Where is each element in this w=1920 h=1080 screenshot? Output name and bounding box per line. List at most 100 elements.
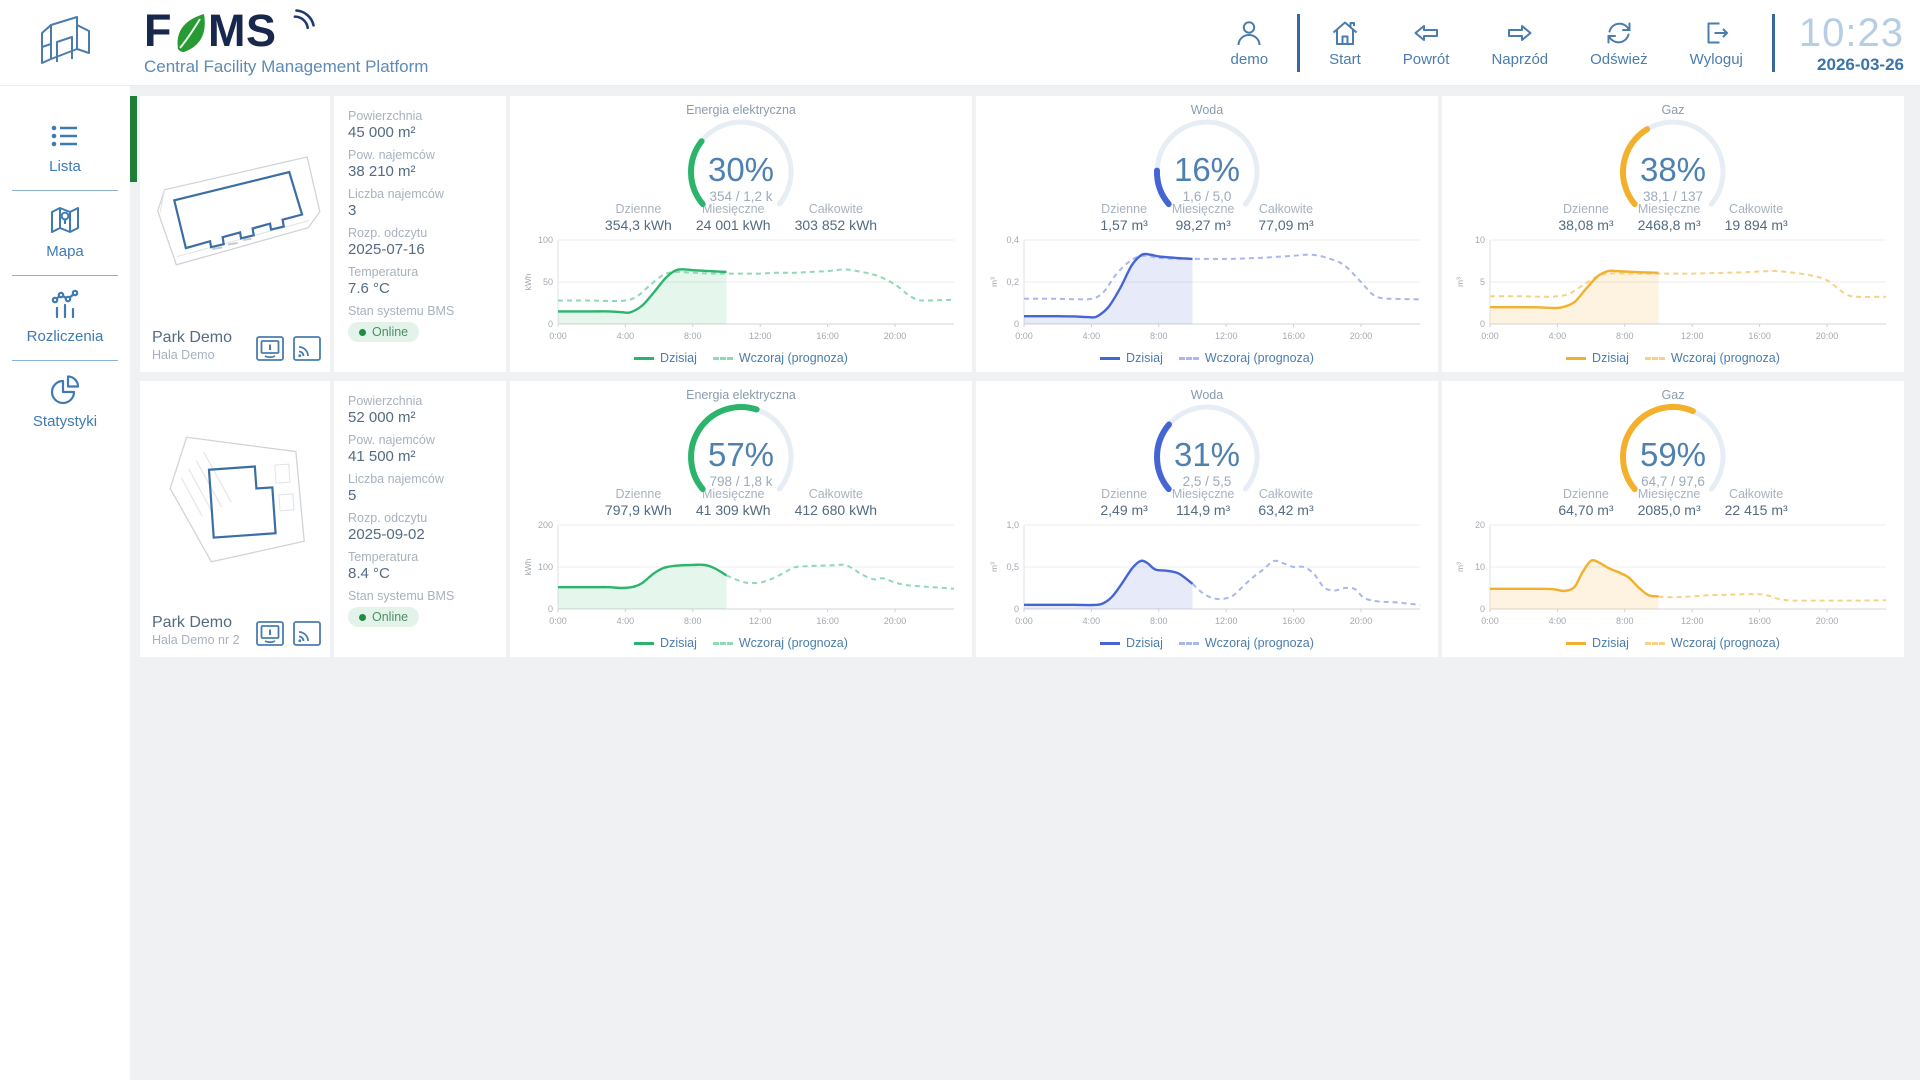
status-badge: Online	[348, 607, 419, 627]
nav-refresh-label: Odśwież	[1590, 51, 1648, 68]
consumption-chart-svg: 01002000:004:008:0012:0016:0020:00kWh	[520, 519, 962, 639]
meter-title: Gaz	[1662, 103, 1685, 117]
nav-refresh-button[interactable]: Odśwież	[1590, 18, 1648, 68]
legend-today[interactable]: Dzisiaj	[1100, 636, 1163, 650]
sidebar-item-rozliczenia[interactable]: Rozliczenia	[12, 276, 118, 361]
legend-yesterday[interactable]: Wczoraj (prognoza)	[1645, 351, 1780, 365]
app-header: F MS Central Facility Management Platfor…	[0, 0, 1920, 86]
facility-plan-card[interactable]: Park Demo Hala Demo	[140, 96, 330, 372]
svg-text:20: 20	[1475, 520, 1485, 530]
nav-forward-button[interactable]: Naprzód	[1491, 18, 1548, 68]
facility-plan-card[interactable]: Park Demo Hala Demo nr 2	[140, 381, 330, 657]
gauge-ratio: 1,6 / 5,0	[1122, 189, 1292, 204]
info-value: 41 500 m²	[348, 448, 502, 465]
company-logo[interactable]	[0, 9, 130, 77]
info-label: Powierzchnia	[348, 109, 502, 123]
svg-text:4:00: 4:00	[617, 616, 635, 626]
user-menu[interactable]: demo	[1231, 18, 1269, 68]
brand-letters-ms: MS	[208, 9, 277, 53]
info-label: Powierzchnia	[348, 394, 502, 408]
info-value: 7.6 °C	[348, 280, 502, 297]
facility-row: Park Demo Hala Demo Powierzchnia 45 000 …	[140, 96, 1904, 372]
status-badge: Online	[348, 322, 419, 342]
svg-text:0:00: 0:00	[1481, 331, 1499, 341]
sidebar-item-statystyki[interactable]: Statystyki	[12, 361, 118, 445]
header-divider	[1772, 14, 1775, 72]
gauge: 57% 798 / 1,8 k	[656, 403, 826, 499]
info-label: Pow. najemców	[348, 433, 502, 447]
cast-button[interactable]	[292, 620, 322, 647]
svg-text:0:00: 0:00	[1015, 331, 1033, 341]
legend-yesterday[interactable]: Wczoraj (prognoza)	[1179, 351, 1314, 365]
legend-yesterday[interactable]: Wczoraj (prognoza)	[713, 636, 848, 650]
sidebar-item-mapa[interactable]: Mapa	[12, 191, 118, 276]
legend-yesterday[interactable]: Wczoraj (prognoza)	[1179, 636, 1314, 650]
svg-text:4:00: 4:00	[617, 331, 635, 341]
legend-today[interactable]: Dzisiaj	[1100, 351, 1163, 365]
info-display-icon	[255, 335, 285, 362]
leaf-icon	[173, 11, 207, 54]
clock: 10:23 2026-03-26	[1799, 13, 1904, 73]
svg-text:200: 200	[538, 520, 553, 530]
info-display-button[interactable]	[255, 620, 285, 647]
chart-legend: Dzisiaj Wczoraj (prognoza)	[1566, 636, 1780, 650]
gauge-ratio: 798 / 1,8 k	[656, 474, 826, 489]
consumption-chart-svg: 010200:004:008:0012:0016:0020:00m³	[1452, 519, 1894, 639]
gauge-ratio: 2,5 / 5,5	[1122, 474, 1292, 489]
svg-text:0:00: 0:00	[1481, 616, 1499, 626]
floor-plan[interactable]	[140, 381, 330, 614]
info-value: 2025-07-16	[348, 241, 502, 258]
svg-text:0,5: 0,5	[1006, 562, 1019, 572]
svg-text:4:00: 4:00	[1549, 616, 1567, 626]
svg-text:20:00: 20:00	[1350, 616, 1373, 626]
gauge-ratio: 354 / 1,2 k	[656, 189, 826, 204]
meter-panel-energy: Energia elektryczna 30% 354 / 1,2 k Dzie…	[510, 96, 972, 372]
cast-button[interactable]	[292, 335, 322, 362]
clock-date: 2026-03-26	[1799, 56, 1904, 73]
svg-text:16:00: 16:00	[1748, 616, 1771, 626]
svg-text:12:00: 12:00	[749, 616, 772, 626]
floor-plan[interactable]	[140, 96, 330, 329]
svg-text:8:00: 8:00	[1616, 616, 1634, 626]
svg-text:20:00: 20:00	[1350, 331, 1373, 341]
meter-panel-gas: Gaz 38% 38,1 / 137 Dzienne 38,08 m³ Mies…	[1442, 96, 1904, 372]
svg-text:0: 0	[548, 604, 553, 614]
meter-panel-water: Woda 31% 2,5 / 5,5 Dzienne 2,49 m³ Miesi…	[976, 381, 1438, 657]
consumption-chart: 00,51,00:004:008:0012:0016:0020:00m³	[986, 519, 1428, 639]
legend-today[interactable]: Dzisiaj	[1566, 351, 1629, 365]
info-row: Temperatura 7.6 °C	[348, 265, 502, 297]
svg-text:20:00: 20:00	[1816, 331, 1839, 341]
sidebar-item-lista[interactable]: Lista	[12, 108, 118, 191]
pie-chart-icon	[47, 373, 83, 407]
sidebar-item-label: Statystyki	[33, 413, 97, 430]
gauge-percent: 30%	[656, 151, 826, 189]
info-display-button[interactable]	[255, 335, 285, 362]
info-display-icon	[255, 620, 285, 647]
nav-logout-button[interactable]: Wyloguj	[1690, 18, 1743, 68]
gauge: 16% 1,6 / 5,0	[1122, 118, 1292, 214]
svg-text:0,4: 0,4	[1006, 235, 1019, 245]
info-row: Liczba najemców 5	[348, 472, 502, 504]
info-row: Rozp. odczytu 2025-07-16	[348, 226, 502, 258]
legend-today[interactable]: Dzisiaj	[634, 636, 697, 650]
info-row: Temperatura 8.4 °C	[348, 550, 502, 582]
legend-yesterday[interactable]: Wczoraj (prognoza)	[713, 351, 848, 365]
nav-back-button[interactable]: Powrót	[1403, 18, 1450, 68]
meter-title: Energia elektryczna	[686, 388, 796, 402]
info-row: Pow. najemców 38 210 m²	[348, 148, 502, 180]
brand-letter-f: F	[144, 9, 172, 53]
cast-icon	[292, 620, 322, 647]
chart-legend: Dzisiaj Wczoraj (prognoza)	[1566, 351, 1780, 365]
svg-text:12:00: 12:00	[1681, 331, 1704, 341]
legend-yesterday[interactable]: Wczoraj (prognoza)	[1645, 636, 1780, 650]
legend-today[interactable]: Dzisiaj	[1566, 636, 1629, 650]
legend-today[interactable]: Dzisiaj	[634, 351, 697, 365]
svg-text:0:00: 0:00	[549, 616, 567, 626]
svg-text:m³: m³	[1455, 277, 1465, 287]
nav-start-button[interactable]: Start	[1329, 18, 1361, 68]
svg-text:50: 50	[543, 277, 553, 287]
sidebar-item-label: Lista	[49, 158, 81, 175]
svg-text:8:00: 8:00	[1150, 331, 1168, 341]
svg-text:kWh: kWh	[523, 273, 533, 290]
info-value: 3	[348, 202, 502, 219]
